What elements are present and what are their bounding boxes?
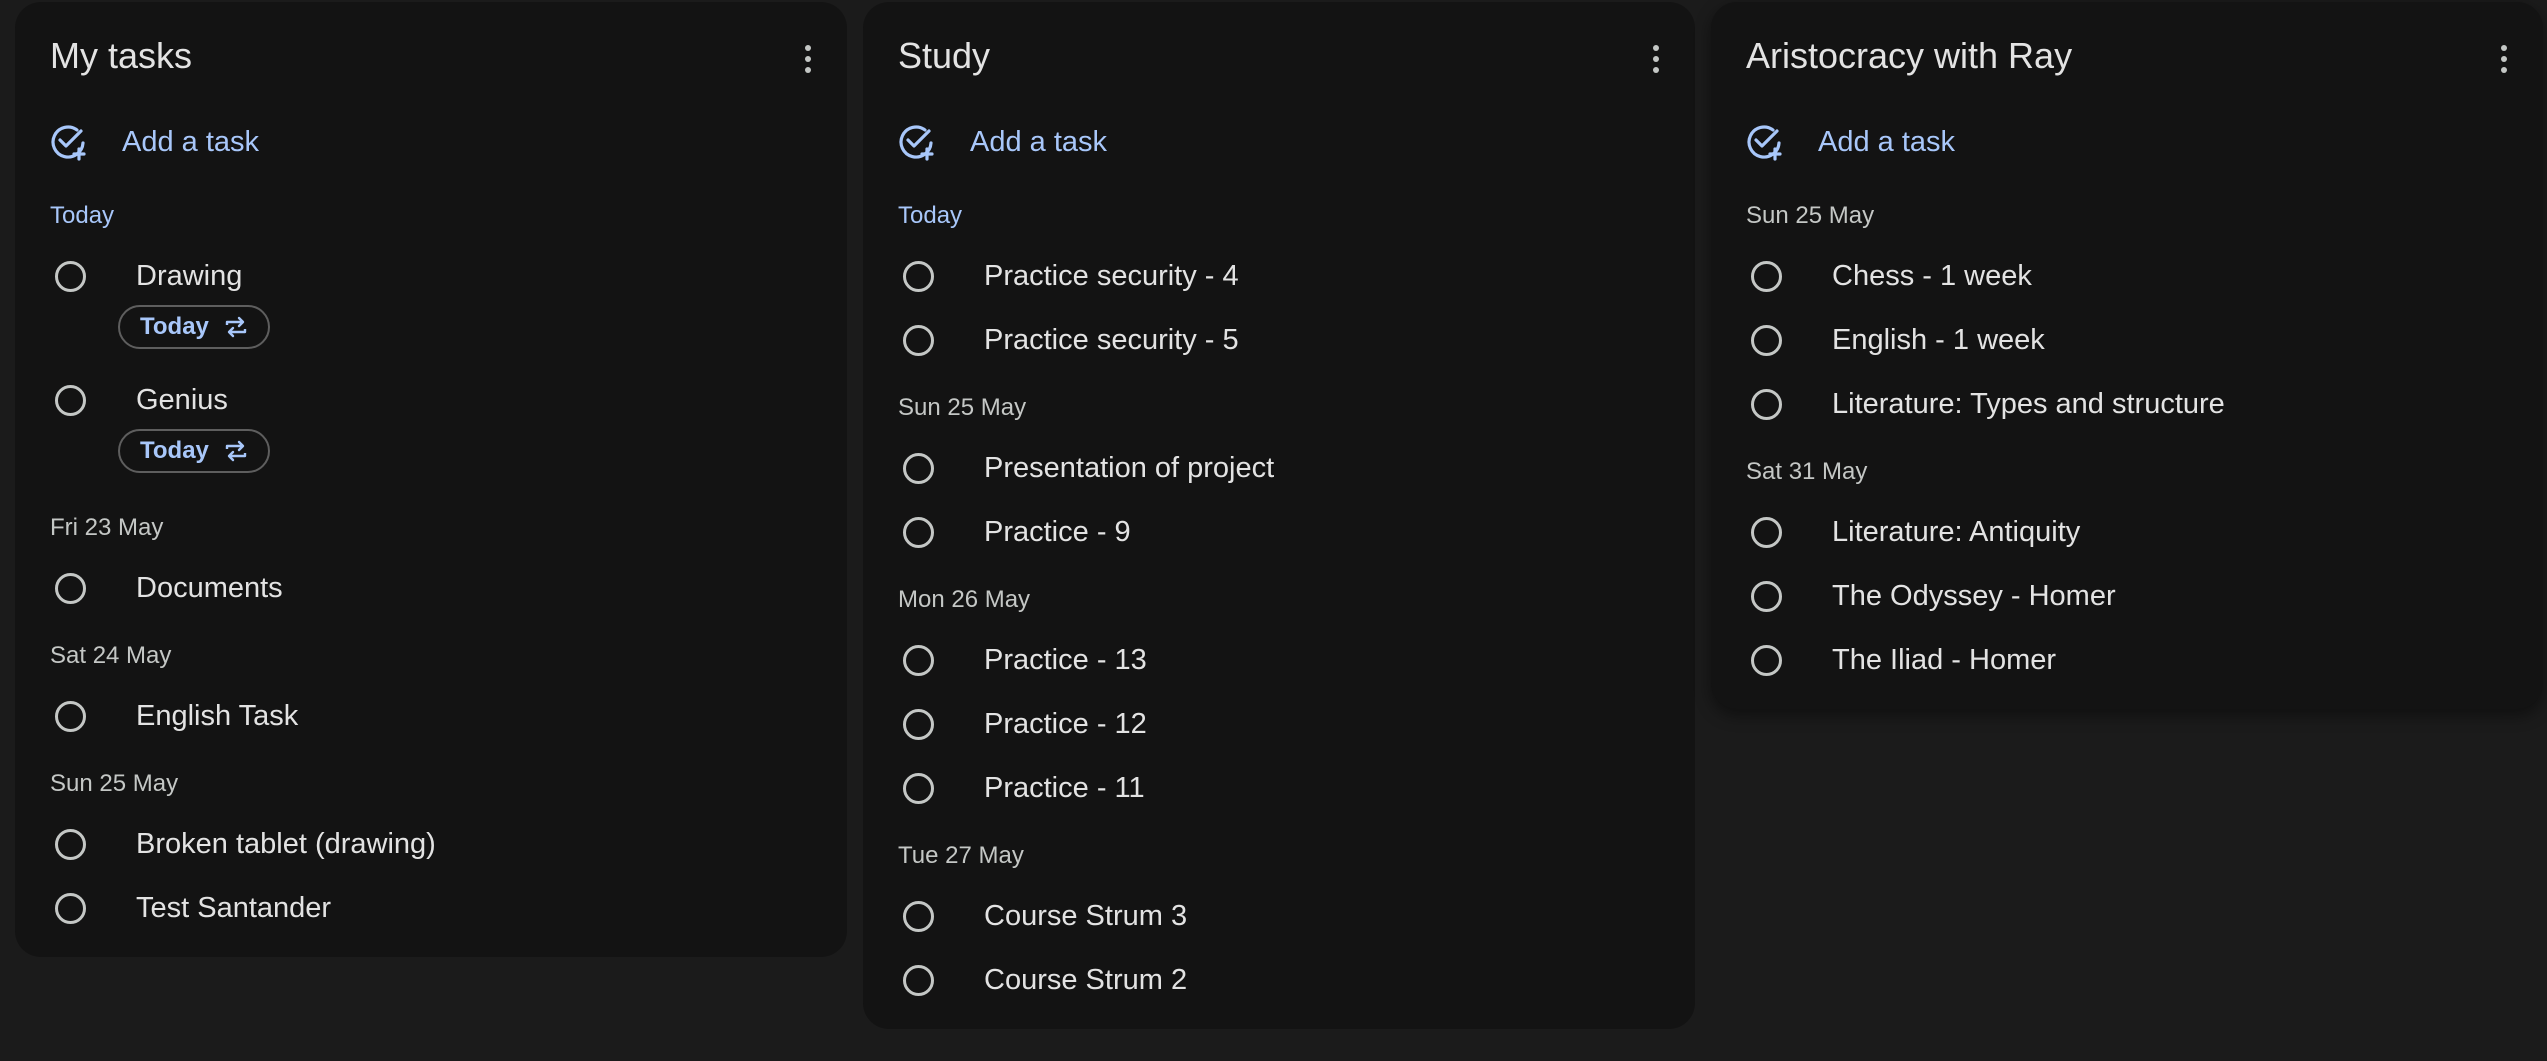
section-header: Sat 24 May (50, 642, 172, 669)
add-task-button[interactable]: Add a task (898, 121, 1107, 163)
add-task-button[interactable]: Add a task (1746, 121, 1955, 163)
task-item[interactable]: Practice - 11 (898, 768, 1145, 808)
task-title[interactable]: Practice security - 5 (984, 324, 1239, 357)
task-title[interactable]: Practice - 13 (984, 644, 1147, 677)
task-title[interactable]: Course Strum 3 (984, 900, 1187, 933)
radio-circle-icon[interactable] (903, 964, 934, 996)
task-title[interactable]: Practice - 11 (984, 772, 1145, 805)
task-item[interactable]: Chess - 1 week (1746, 256, 2032, 296)
task-title[interactable]: Course Strum 2 (984, 964, 1187, 997)
radio-circle-icon[interactable] (55, 572, 86, 604)
section-header: Mon 26 May (898, 586, 1031, 613)
add-task-label: Add a task (1818, 125, 1956, 158)
task-title[interactable]: English Task (136, 700, 298, 733)
task-item[interactable]: The Iliad - Homer (1746, 640, 2056, 680)
add-task-icon (51, 125, 86, 161)
more-vert-icon[interactable] (2495, 42, 2513, 76)
task-title[interactable]: Practice - 12 (984, 708, 1147, 741)
task-title[interactable]: Test Santander (136, 892, 331, 925)
radio-circle-icon[interactable] (55, 828, 86, 860)
section-header: Fri 23 May (50, 514, 164, 541)
section-header: Today (50, 202, 115, 229)
section-header: Today (898, 202, 963, 229)
repeat-icon (225, 440, 247, 462)
section-header: Sun 25 May (898, 394, 1027, 421)
radio-circle-icon[interactable] (55, 892, 86, 924)
task-item[interactable]: Literature: Antiquity (1746, 512, 2080, 552)
radio-circle-icon[interactable] (903, 260, 934, 292)
chip-label: Today (140, 437, 209, 464)
radio-circle-icon[interactable] (903, 644, 934, 676)
radio-circle-icon[interactable] (1751, 644, 1782, 676)
task-list-card-study: Study Add a task Today Practice security… (863, 2, 1695, 1029)
radio-circle-icon[interactable] (55, 384, 86, 416)
task-item[interactable]: Documents (50, 568, 283, 608)
task-item[interactable]: Course Strum 3 (898, 896, 1187, 936)
tasks-board: My tasks Add a task Today Drawing Today (0, 0, 2547, 1061)
section-header: Sat 31 May (1746, 458, 1868, 485)
due-date-chip[interactable]: Today (118, 305, 270, 349)
list-title: My tasks (50, 35, 193, 76)
add-task-icon (899, 125, 934, 161)
task-title[interactable]: Practice - 9 (984, 516, 1131, 549)
section-header: Sun 25 May (50, 770, 179, 797)
radio-circle-icon[interactable] (1751, 388, 1782, 420)
radio-circle-icon[interactable] (55, 700, 86, 732)
due-date-chip[interactable]: Today (118, 429, 270, 473)
task-item[interactable]: Drawing (50, 256, 242, 296)
add-task-icon (1747, 125, 1782, 161)
task-item[interactable]: Test Santander (50, 888, 331, 928)
task-item[interactable]: English Task (50, 696, 298, 736)
task-item[interactable]: Presentation of project (898, 448, 1274, 488)
task-item[interactable]: Genius (50, 380, 228, 420)
task-title[interactable]: English - 1 week (1832, 324, 2045, 357)
task-title[interactable]: Documents (136, 572, 283, 605)
task-title[interactable]: Drawing (136, 260, 242, 293)
list-title: Aristocracy with Ray (1746, 35, 2073, 76)
list-title: Study (898, 35, 991, 76)
radio-circle-icon[interactable] (1751, 324, 1782, 356)
add-task-label: Add a task (970, 125, 1108, 158)
task-title[interactable]: Broken tablet (drawing) (136, 828, 436, 861)
task-item[interactable]: Practice security - 5 (898, 320, 1239, 360)
add-task-label: Add a task (122, 125, 260, 158)
section-header: Tue 27 May (898, 842, 1024, 869)
task-title[interactable]: Chess - 1 week (1832, 260, 2032, 293)
radio-circle-icon[interactable] (55, 260, 86, 292)
task-item[interactable]: Practice - 13 (898, 640, 1147, 680)
task-title[interactable]: Literature: Types and structure (1832, 388, 2225, 421)
task-title[interactable]: Practice security - 4 (984, 260, 1239, 293)
task-item[interactable]: Literature: Types and structure (1746, 384, 2225, 424)
task-item[interactable]: Practice security - 4 (898, 256, 1239, 296)
task-title[interactable]: The Iliad - Homer (1832, 644, 2056, 677)
radio-circle-icon[interactable] (903, 516, 934, 548)
radio-circle-icon[interactable] (903, 772, 934, 804)
task-list-card-aristocracy: Aristocracy with Ray Add a task Sun 25 M… (1711, 2, 2543, 709)
task-item[interactable]: Practice - 12 (898, 704, 1147, 744)
radio-circle-icon[interactable] (903, 324, 934, 356)
task-item[interactable]: Course Strum 2 (898, 960, 1187, 1000)
task-title[interactable]: Genius (136, 384, 228, 417)
task-title[interactable]: The Odyssey - Homer (1832, 580, 2116, 613)
radio-circle-icon[interactable] (1751, 260, 1782, 292)
more-vert-icon[interactable] (799, 42, 817, 76)
radio-circle-icon[interactable] (1751, 516, 1782, 548)
add-task-button[interactable]: Add a task (50, 121, 259, 163)
radio-circle-icon[interactable] (1751, 580, 1782, 612)
task-item[interactable]: Broken tablet (drawing) (50, 824, 436, 864)
more-vert-icon[interactable] (1647, 42, 1665, 76)
repeat-icon (225, 316, 247, 338)
task-item[interactable]: English - 1 week (1746, 320, 2045, 360)
task-title[interactable]: Literature: Antiquity (1832, 516, 2080, 549)
task-title[interactable]: Presentation of project (984, 452, 1274, 485)
radio-circle-icon[interactable] (903, 452, 934, 484)
radio-circle-icon[interactable] (903, 900, 934, 932)
radio-circle-icon[interactable] (903, 708, 934, 740)
task-item[interactable]: Practice - 9 (898, 512, 1131, 552)
chip-label: Today (140, 313, 209, 340)
task-list-card-my-tasks: My tasks Add a task Today Drawing Today (15, 2, 847, 957)
task-item[interactable]: The Odyssey - Homer (1746, 576, 2116, 616)
section-header: Sun 25 May (1746, 202, 1875, 229)
